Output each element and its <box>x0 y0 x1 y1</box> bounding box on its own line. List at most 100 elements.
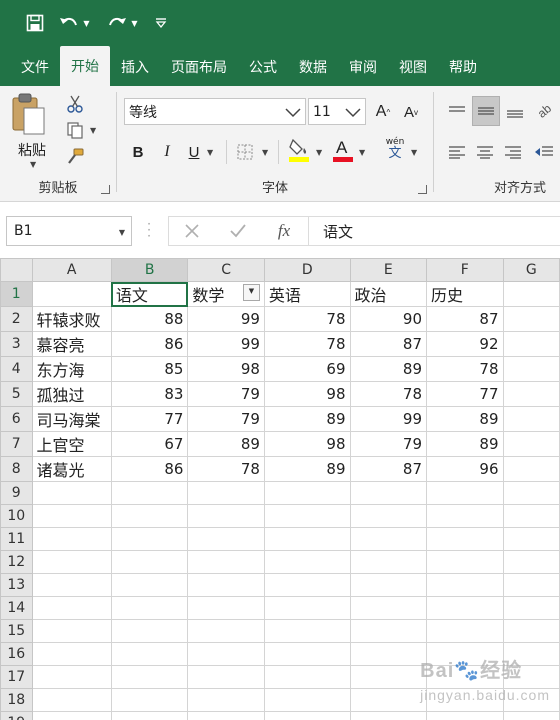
row-header[interactable]: 12 <box>0 550 33 574</box>
row-header[interactable]: 15 <box>0 619 33 643</box>
cell-f17[interactable] <box>426 665 504 689</box>
cell-b11[interactable] <box>110 527 189 551</box>
cell-g9[interactable] <box>502 481 560 505</box>
cell-f3[interactable]: 92 <box>426 331 504 357</box>
cell-b3[interactable]: 86 <box>110 331 189 357</box>
row-header[interactable]: 3 <box>0 331 33 357</box>
cell-b8[interactable]: 86 <box>110 456 189 482</box>
cell-c8[interactable]: 78 <box>187 456 265 482</box>
cell-f6[interactable]: 89 <box>426 406 504 432</box>
cell-a4[interactable]: 东方海 <box>31 356 112 382</box>
cell-e14[interactable] <box>349 596 428 620</box>
cell-g17[interactable] <box>502 665 560 689</box>
cell-f7[interactable]: 89 <box>426 431 504 457</box>
cell-g6[interactable] <box>502 406 560 432</box>
cell-d7[interactable]: 98 <box>263 431 351 457</box>
column-header-d[interactable]: D <box>263 258 351 282</box>
cell-e12[interactable] <box>349 550 428 574</box>
tab-1[interactable]: 文件 <box>10 48 60 86</box>
cell-a12[interactable] <box>31 550 112 574</box>
cell-g14[interactable] <box>502 596 560 620</box>
cell-e11[interactable] <box>349 527 428 551</box>
row-header[interactable]: 18 <box>0 688 33 712</box>
cell-a15[interactable] <box>31 619 112 643</box>
cell-c3[interactable]: 99 <box>187 331 265 357</box>
cell-d14[interactable] <box>263 596 351 620</box>
cell-c14[interactable] <box>187 596 265 620</box>
tab-7[interactable]: 审阅 <box>338 48 388 86</box>
cell-c16[interactable] <box>187 642 265 666</box>
cell-d10[interactable] <box>263 504 351 528</box>
cell-e17[interactable] <box>349 665 428 689</box>
align-left-icon[interactable] <box>444 140 470 164</box>
formula-bar-grip-icon[interactable]: · · · <box>146 218 152 242</box>
row-header[interactable]: 17 <box>0 665 33 689</box>
copy-icon[interactable] <box>64 120 86 140</box>
cell-b18[interactable] <box>110 688 189 712</box>
row-header[interactable]: 9 <box>0 481 33 505</box>
cell-b4[interactable]: 85 <box>110 356 189 382</box>
column-header-e[interactable]: E <box>349 258 428 282</box>
fill-color-icon[interactable] <box>286 138 312 162</box>
cell-e16[interactable] <box>349 642 428 666</box>
cell-e9[interactable] <box>349 481 428 505</box>
cell-d8[interactable]: 89 <box>263 456 351 482</box>
cell-d18[interactable] <box>263 688 351 712</box>
tab-4[interactable]: 页面布局 <box>160 48 238 86</box>
cell-e15[interactable] <box>349 619 428 643</box>
cell-c19[interactable] <box>187 711 265 720</box>
align-middle-icon[interactable] <box>472 96 500 126</box>
row-header[interactable]: 6 <box>0 406 33 432</box>
bold-button[interactable]: B <box>126 140 150 164</box>
copy-caret-icon[interactable]: ▼ <box>90 126 96 135</box>
cell-g3[interactable] <box>502 331 560 357</box>
cell-c10[interactable] <box>187 504 265 528</box>
cell-a3[interactable]: 慕容亮 <box>31 331 112 357</box>
cell-g4[interactable] <box>502 356 560 382</box>
cell-g10[interactable] <box>502 504 560 528</box>
format-painter-icon[interactable] <box>64 146 86 166</box>
tab-8[interactable]: 视图 <box>388 48 438 86</box>
cell-e3[interactable]: 87 <box>349 331 428 357</box>
cell-a14[interactable] <box>31 596 112 620</box>
cell-f1[interactable]: 历史 <box>426 281 504 307</box>
cell-c6[interactable]: 79 <box>187 406 265 432</box>
tab-3[interactable]: 插入 <box>110 48 160 86</box>
cell-b9[interactable] <box>110 481 189 505</box>
row-header[interactable]: 14 <box>0 596 33 620</box>
cell-b12[interactable] <box>110 550 189 574</box>
cell-b2[interactable]: 88 <box>110 306 189 332</box>
cell-f14[interactable] <box>426 596 504 620</box>
cell-a17[interactable] <box>31 665 112 689</box>
cell-d13[interactable] <box>263 573 351 597</box>
cell-d6[interactable]: 89 <box>263 406 351 432</box>
cell-d5[interactable]: 98 <box>263 381 351 407</box>
cell-g11[interactable] <box>502 527 560 551</box>
cell-b13[interactable] <box>110 573 189 597</box>
column-header-g[interactable]: G <box>502 258 560 282</box>
cell-a16[interactable] <box>31 642 112 666</box>
cell-b16[interactable] <box>110 642 189 666</box>
cell-c1[interactable]: 数学 ▼ <box>187 281 265 307</box>
cell-g1[interactable] <box>502 281 560 307</box>
cell-e4[interactable]: 89 <box>349 356 428 382</box>
row-header[interactable]: 13 <box>0 573 33 597</box>
customize-icon[interactable] <box>148 8 174 38</box>
cell-g7[interactable] <box>502 431 560 457</box>
cell-a8[interactable]: 诸葛光 <box>31 456 112 482</box>
name-box-dropdown-icon[interactable]: ▼ <box>119 228 125 237</box>
phonetic-icon[interactable]: wén 文 <box>382 136 408 160</box>
decrease-font-size-icon[interactable]: Av <box>400 100 422 124</box>
cell-f4[interactable]: 78 <box>426 356 504 382</box>
paste-caret-icon[interactable]: ▼ <box>30 160 36 169</box>
tab-2[interactable]: 开始 <box>60 46 110 86</box>
font-color-caret-icon[interactable]: ▼ <box>359 148 365 157</box>
cell-f2[interactable]: 87 <box>426 306 504 332</box>
align-top-icon[interactable] <box>444 100 470 124</box>
cell-c12[interactable] <box>187 550 265 574</box>
italic-button[interactable]: I <box>156 140 178 164</box>
cell-c7[interactable]: 89 <box>187 431 265 457</box>
cell-e1[interactable]: 政治 <box>349 281 428 307</box>
cell-e5[interactable]: 78 <box>349 381 428 407</box>
insert-function-icon[interactable]: fx <box>261 217 307 245</box>
